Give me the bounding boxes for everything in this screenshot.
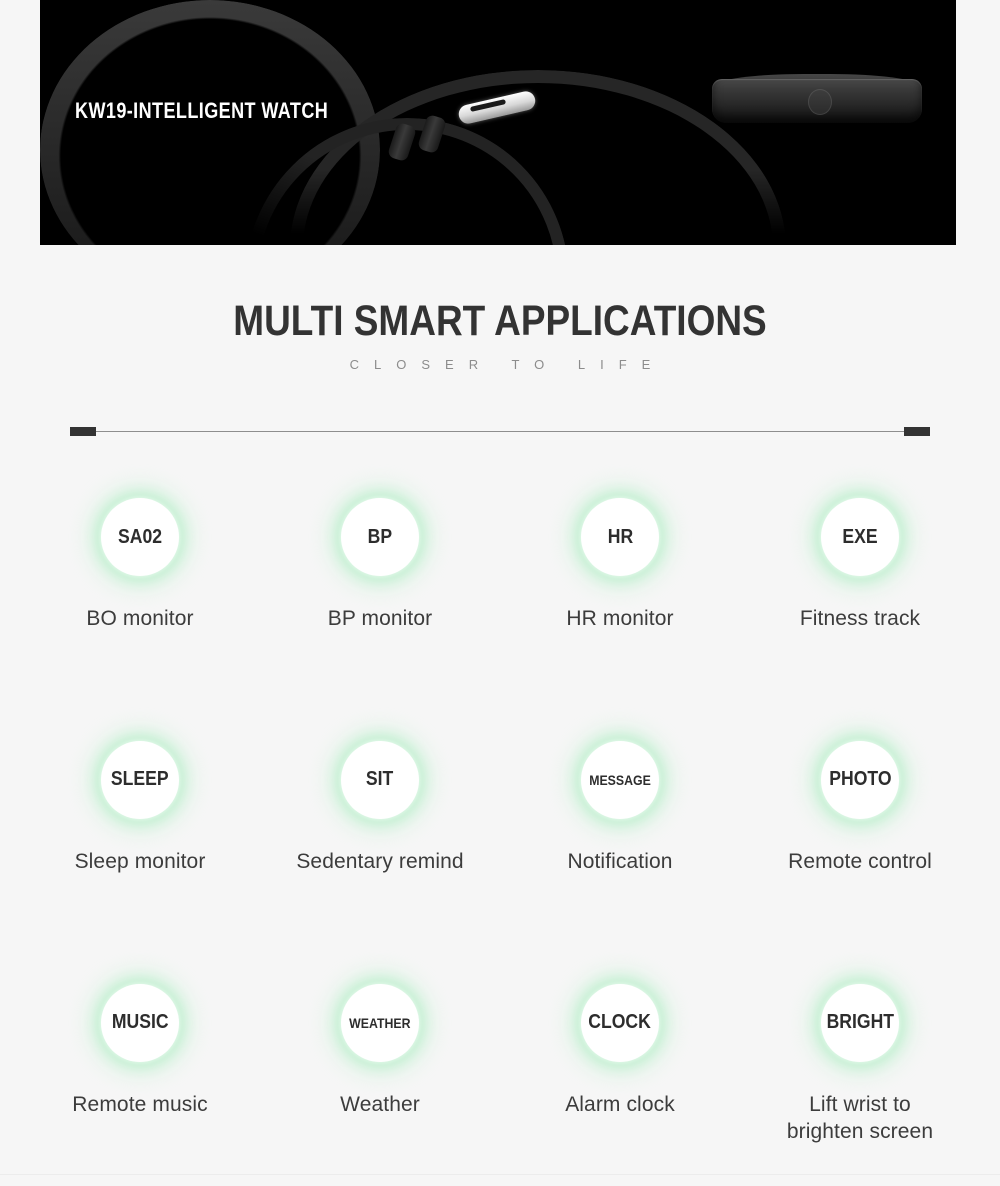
feature-icon-label: SA02 [117, 525, 163, 548]
feature-icon[interactable]: MESSAGE [581, 740, 659, 819]
feature-caption: Lift wrist to brighten screen [786, 1092, 934, 1143]
feature-icon-label: MUSIC [111, 1011, 169, 1034]
feature-icon-label: CLOCK [588, 1011, 652, 1034]
feature-icon[interactable]: MUSIC [101, 983, 179, 1062]
watch-side-button [808, 89, 832, 115]
feature-icon-label: BRIGHT [826, 1011, 894, 1034]
feature-icon[interactable]: CLOCK [581, 983, 659, 1062]
section-divider [70, 427, 930, 436]
feature-item[interactable]: HR HR monitor [500, 462, 740, 633]
section-heading-block: MULTI SMART APPLICATIONS CLOSER TO LIFE [0, 297, 1000, 373]
feature-badge-wrap: BRIGHT [785, 948, 935, 1098]
feature-item[interactable]: PHOTO Remote control [740, 705, 980, 876]
feature-badge-wrap: BP [305, 462, 455, 612]
feature-item[interactable]: MESSAGE Notification [500, 705, 740, 876]
feature-badge-wrap: MUSIC [65, 948, 215, 1098]
feature-badge-wrap: CLOCK [545, 948, 695, 1098]
feature-item[interactable]: CLOCK Alarm clock [500, 948, 740, 1146]
feature-icon[interactable]: SLEEP [101, 740, 179, 819]
feature-icon[interactable]: HR [581, 498, 659, 576]
divider-line [70, 431, 930, 432]
hero-banner: KW19-INTELLIGENT WATCH [40, 0, 956, 245]
feature-icon[interactable]: EXE [821, 498, 899, 576]
feature-icon[interactable]: BP [341, 498, 419, 576]
page-seam [0, 1174, 1000, 1175]
feature-badge-wrap: SIT [305, 705, 455, 855]
feature-item[interactable]: SLEEP Sleep monitor [20, 705, 260, 876]
feature-icon[interactable]: BRIGHT [821, 983, 899, 1062]
hero-product-title: KW19-INTELLIGENT WATCH [75, 98, 329, 123]
feature-item[interactable]: WEATHER Weather [260, 948, 500, 1146]
feature-icon-label: HR [607, 525, 633, 548]
feature-icon-label: BP [367, 525, 393, 548]
feature-icon-label: MESSAGE [589, 771, 651, 788]
feature-icon-label: SIT [366, 768, 394, 791]
section-title: MULTI SMART APPLICATIONS [233, 297, 767, 345]
feature-item[interactable]: SA02 BO monitor [20, 462, 260, 633]
feature-icon[interactable]: SIT [341, 740, 419, 819]
feature-icon-label: EXE [842, 525, 878, 548]
feature-item[interactable]: BP BP monitor [260, 462, 500, 633]
feature-item[interactable]: BRIGHT Lift wrist to brighten screen [740, 948, 980, 1146]
feature-badge-wrap: WEATHER [305, 948, 455, 1098]
feature-badge-wrap: MESSAGE [545, 705, 695, 855]
feature-icon-label: SLEEP [111, 768, 169, 791]
feature-badge-wrap: HR [545, 462, 695, 612]
feature-item[interactable]: EXE Fitness track [740, 462, 980, 633]
feature-icon-label: WEATHER [349, 1014, 411, 1031]
feature-item[interactable]: MUSIC Remote music [20, 948, 260, 1146]
feature-badge-wrap: SLEEP [65, 705, 215, 855]
feature-badge-wrap: SA02 [65, 462, 215, 612]
feature-grid: SA02 BO monitor BP BP monitor HR HR monitor EX… [20, 462, 980, 1146]
feature-badge-wrap: EXE [785, 462, 935, 612]
feature-item[interactable]: SIT Sedentary remind [260, 705, 500, 876]
feature-icon[interactable]: WEATHER [341, 983, 419, 1062]
feature-icon-label: PHOTO [828, 768, 892, 791]
feature-badge-wrap: PHOTO [785, 705, 935, 855]
section-subtitle: CLOSER TO LIFE [349, 357, 666, 372]
feature-icon[interactable]: SA02 [101, 498, 179, 576]
feature-icon[interactable]: PHOTO [821, 740, 899, 819]
divider-cap-right [904, 427, 930, 436]
divider-cap-left [70, 427, 96, 436]
